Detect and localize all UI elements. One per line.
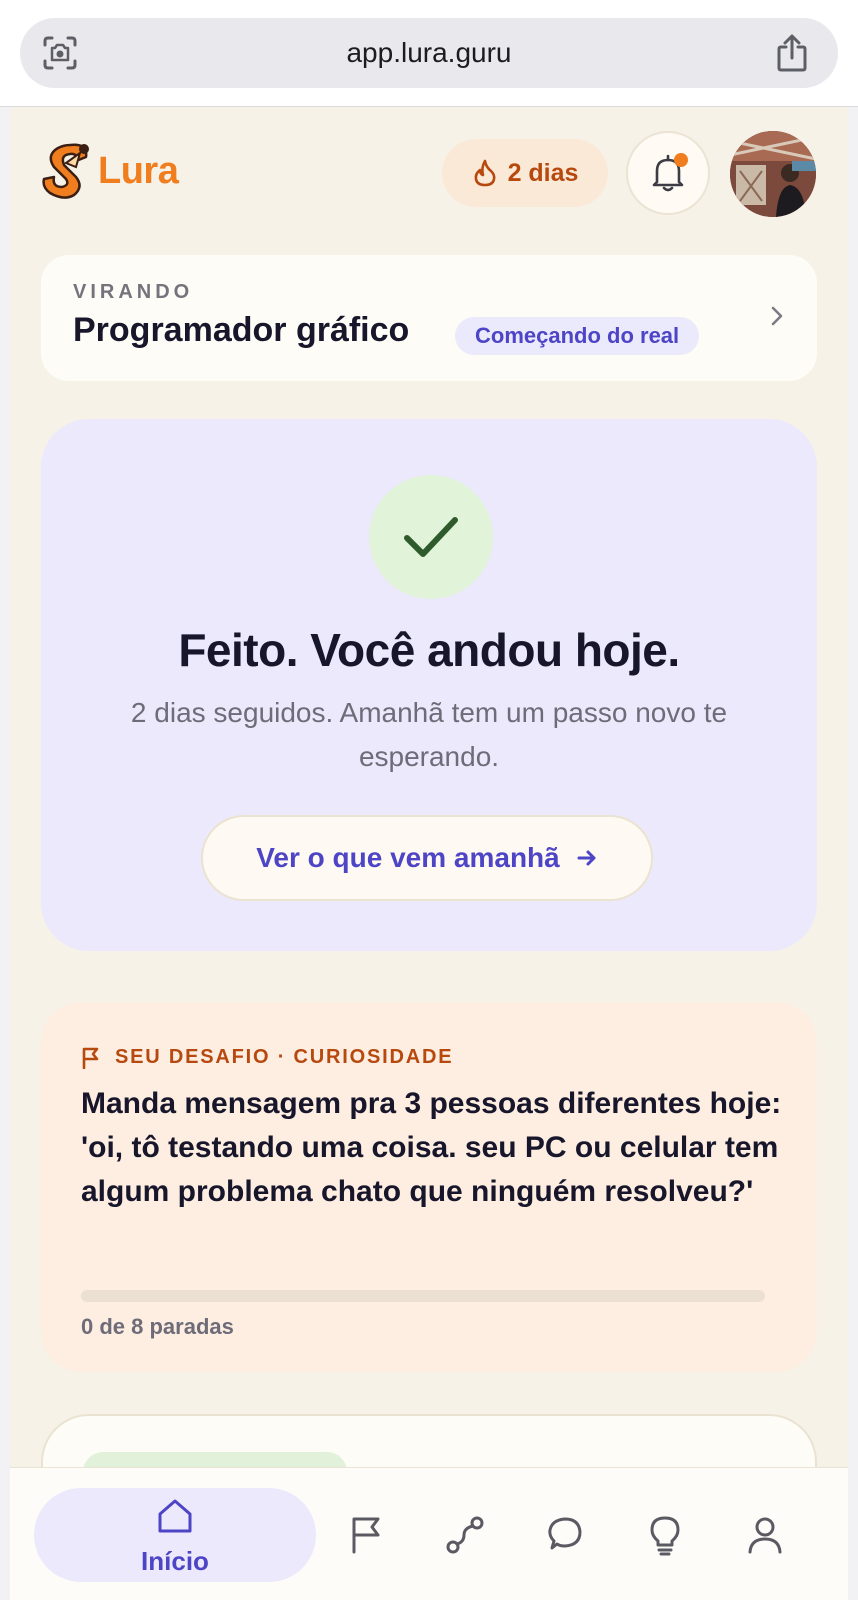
- bottom-nav: Início: [10, 1467, 848, 1600]
- chevron-right-icon: [771, 306, 783, 326]
- app-viewport: Lura 2 dias VIRANDO Programador gráfico …: [10, 107, 848, 1600]
- address-bar[interactable]: app.lura.guru: [20, 18, 838, 88]
- brand-logo[interactable]: Lura: [40, 139, 179, 203]
- route-icon[interactable]: [444, 1514, 486, 1556]
- flag-icon: [82, 1047, 99, 1069]
- avatar[interactable]: [730, 131, 816, 217]
- nav-item-home-label: Início: [141, 1546, 209, 1576]
- flame-icon: [474, 159, 496, 187]
- streak-label: 2 dias: [507, 158, 579, 187]
- profile-icon[interactable]: [744, 1514, 786, 1556]
- viewport-gutter-left: [0, 107, 10, 1600]
- career-stage-badge: Começando do real: [455, 317, 700, 355]
- lightbulb-icon[interactable]: [644, 1514, 686, 1556]
- see-tomorrow-label: Ver o que vem amanhã: [256, 842, 560, 873]
- career-title: Programador gráfico: [73, 311, 410, 349]
- success-badge: [369, 475, 493, 599]
- avatar-photo: [730, 131, 816, 217]
- daily-done-card: Feito. Você andou hoje. 2 dias seguidos.…: [41, 419, 817, 951]
- done-title: Feito. Você andou hoje.: [178, 624, 680, 676]
- viewport-gutter-right: [848, 107, 858, 1600]
- challenge-progress-label: 0 de 8 paradas: [81, 1314, 234, 1339]
- nav-item-home[interactable]: Início: [34, 1488, 316, 1582]
- done-subtitle: 2 dias seguidos. Amanhã tem um passo nov…: [130, 697, 728, 772]
- browser-toolbar: app.lura.guru: [0, 0, 858, 107]
- challenge-text: Manda mensagem pra 3 pessoas diferentes …: [81, 1087, 782, 1208]
- url-text[interactable]: app.lura.guru: [20, 18, 838, 88]
- chat-icon[interactable]: [544, 1514, 586, 1556]
- share-icon[interactable]: [774, 33, 810, 73]
- see-tomorrow-button[interactable]: Ver o que vem amanhã: [201, 815, 653, 901]
- challenge-kicker: SEU DESAFIO · CURIOSIDADE: [115, 1046, 454, 1068]
- flag-icon[interactable]: [346, 1514, 388, 1556]
- challenge-card[interactable]: SEU DESAFIO · CURIOSIDADE Manda mensagem…: [41, 1002, 817, 1372]
- streak-badge[interactable]: 2 dias: [442, 139, 608, 207]
- home-icon: [158, 1499, 192, 1533]
- lura-logo-icon: [42, 143, 89, 199]
- career-kicker: VIRANDO: [73, 281, 194, 303]
- notification-dot: [674, 153, 688, 167]
- brand-name: Lura: [98, 149, 179, 192]
- checkmark-icon: [404, 517, 458, 557]
- challenge-progress-bar: [81, 1290, 765, 1302]
- arrow-right-icon: [577, 850, 596, 866]
- career-goal-card[interactable]: VIRANDO Programador gráfico Começando do…: [41, 255, 817, 381]
- challenge-kicker-row: SEU DESAFIO · CURIOSIDADE: [81, 1046, 453, 1069]
- notifications-button[interactable]: [626, 131, 710, 215]
